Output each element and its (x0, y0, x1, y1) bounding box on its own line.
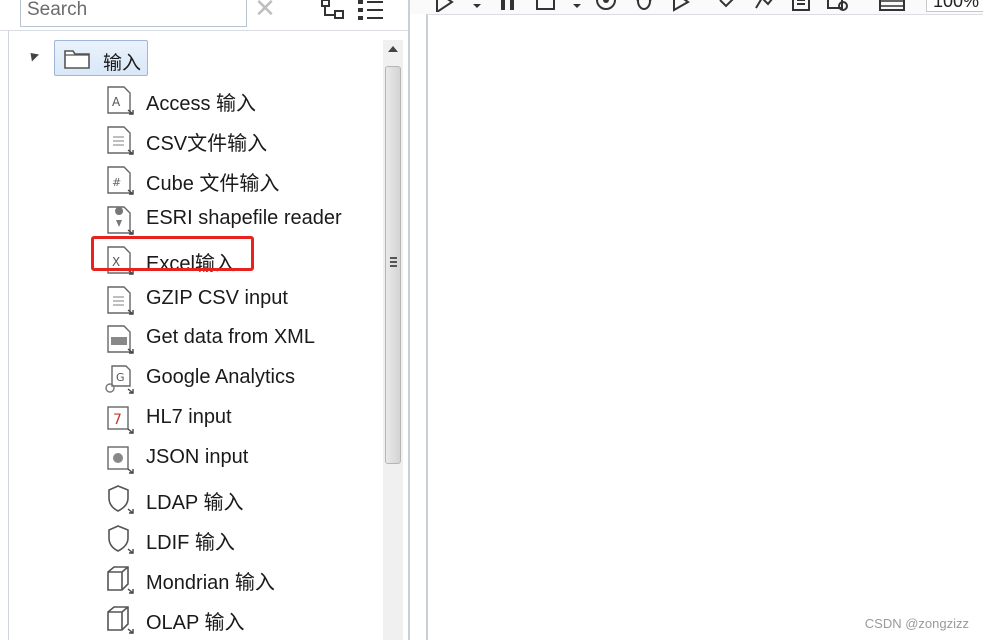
tree-item-label: GZIP CSV input (146, 286, 288, 309)
search-input[interactable] (27, 0, 237, 24)
access-file-icon: A (107, 86, 134, 115)
preview-icon[interactable] (594, 0, 618, 12)
tree-item[interactable]: JSON input (104, 439, 374, 477)
tree-item[interactable]: CSV文件输入 (104, 120, 374, 158)
tree-item-label: HL7 input (146, 406, 232, 429)
steps-panel: ✕ 输入 A Access 输入 CSV文件输入 # Cube 文件输入 ESRI sha… (0, 0, 410, 640)
panel-border (8, 30, 9, 640)
svg-text:G: G (116, 371, 125, 384)
run-icon[interactable] (432, 0, 456, 12)
svg-text:7: 7 (113, 412, 122, 428)
watermark-text: CSDN @zongzizz (864, 616, 969, 631)
svg-text:#: # (112, 176, 121, 189)
tree-item[interactable]: OLAP 输入 (104, 599, 374, 637)
verify-icon[interactable] (718, 0, 742, 12)
tree-item[interactable]: ESRI shapefile reader (104, 200, 374, 238)
tree-item[interactable]: A Access 输入 (104, 80, 374, 118)
canvas-panel: 100% CSDN @zongzizz (410, 0, 983, 640)
clear-search-icon[interactable]: ✕ (250, 0, 280, 26)
highlight-annotation (91, 236, 254, 271)
json-icon (107, 446, 134, 474)
shield-icon (108, 525, 134, 554)
csv-file-icon (107, 126, 134, 155)
xml-file-icon (107, 325, 134, 355)
tree-item[interactable]: Mondrian 输入 (104, 559, 374, 597)
tree-item[interactable]: LDAP 输入 (104, 479, 374, 517)
tree-item[interactable]: G Google Analytics (104, 359, 374, 397)
tree-item-label: CSV文件输入 (146, 132, 268, 155)
tree-item-label: Google Analytics (146, 366, 295, 389)
replay-icon[interactable] (668, 0, 692, 12)
cube-file-icon: # (107, 166, 134, 195)
hl7-icon: 7 (107, 406, 134, 434)
tree-item-label: JSON input (146, 446, 249, 469)
cube-icon (107, 565, 134, 594)
tree-item[interactable]: # Cube 文件输入 (104, 160, 374, 198)
scroll-thumb[interactable] (385, 66, 401, 464)
tree-item[interactable]: LDIF 输入 (104, 519, 374, 557)
tree-item-label: OLAP 输入 (146, 611, 245, 634)
run-dropdown-icon[interactable] (472, 0, 482, 12)
search-box[interactable] (20, 0, 247, 27)
vertical-scrollbar[interactable] (383, 40, 403, 640)
tree-item-label: LDIF 输入 (146, 531, 235, 554)
stop-icon[interactable] (534, 0, 558, 12)
tree-item-label: Get data from XML (146, 326, 315, 349)
transformation-canvas[interactable] (426, 14, 983, 640)
folder-icon (64, 50, 90, 69)
map-pin-file-icon (107, 205, 134, 235)
tree-view-icon[interactable] (320, 0, 346, 22)
svg-text:A: A (112, 95, 121, 109)
gzip-file-icon (107, 285, 134, 315)
explore-db-icon[interactable] (826, 0, 850, 12)
tree-item[interactable]: 7 HL7 input (104, 399, 374, 437)
debug-icon[interactable] (632, 0, 656, 12)
tree-item-label: ESRI shapefile reader (146, 206, 342, 229)
tree-item[interactable]: GZIP CSV input (104, 280, 374, 318)
panel-divider (0, 30, 410, 31)
tree-item[interactable]: Get data from XML (104, 319, 374, 357)
scroll-up-arrow-icon[interactable] (388, 46, 398, 52)
pause-icon[interactable] (496, 0, 520, 12)
grip-icon (390, 257, 397, 267)
zoom-level-select[interactable]: 100% (926, 0, 983, 12)
impact-icon[interactable] (754, 0, 778, 12)
list-view-icon[interactable] (356, 0, 386, 22)
stop-dropdown-icon[interactable] (572, 0, 582, 12)
tree-item-label: LDAP 输入 (146, 492, 244, 514)
show-results-icon[interactable] (878, 0, 906, 12)
sql-icon[interactable] (790, 0, 814, 12)
shield-icon (108, 485, 134, 514)
tree-node-input-category[interactable]: 输入 (54, 40, 148, 76)
tree-item-label: Cube 文件输入 (146, 172, 280, 195)
google-analytics-icon: G (105, 365, 134, 394)
tree-item-label: Mondrian 输入 (146, 571, 275, 594)
tree-item-label: Access 输入 (146, 93, 257, 115)
cube-icon (107, 605, 134, 634)
tree-node-label: 输入 (103, 53, 142, 74)
collapse-arrow-icon[interactable] (26, 49, 40, 62)
run-toolbar: 100% (410, 0, 983, 14)
